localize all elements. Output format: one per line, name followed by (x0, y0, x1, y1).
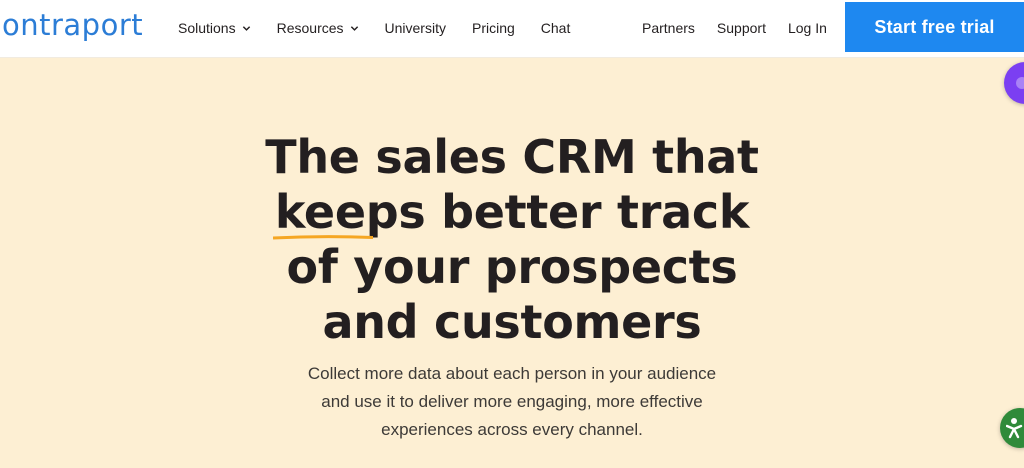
hero-title: The sales CRM that keeps better track of… (150, 130, 874, 350)
nav-item-label: Solutions (178, 20, 236, 36)
secondary-nav: Partners Support Log In (642, 19, 849, 37)
nav-item-log-in[interactable]: Log In (788, 20, 827, 36)
nav-item-label: Chat (540, 20, 571, 36)
nav-item-partners[interactable]: Partners (642, 20, 695, 36)
nav-item-label: University (384, 20, 446, 36)
hero-title-line: of your prospects (286, 240, 738, 294)
highlight-underline (272, 235, 373, 240)
accessibility-icon[interactable] (1000, 408, 1024, 448)
ontraport-logo[interactable]: ontraport (2, 8, 143, 42)
hero-title-line: The sales CRM that (265, 130, 759, 184)
nav-item-pricing[interactable]: Pricing (472, 20, 515, 36)
accessibility-glyph (1006, 418, 1023, 439)
nav-item-resources[interactable]: Resources (277, 20, 359, 36)
nav-item-chat[interactable]: Chat (541, 20, 571, 36)
nav-item-university[interactable]: University (385, 20, 446, 36)
hero-subtitle: Collect more data about each person in y… (307, 364, 717, 439)
hero-title-line-highlight: keeps better track (150, 185, 874, 240)
highlighted-text: keeps better track (274, 185, 750, 239)
nav-item-support[interactable]: Support (717, 20, 766, 36)
chevron-down-icon (350, 25, 358, 31)
nav-item-label: Pricing (471, 20, 515, 36)
chat-widget-dot (1016, 77, 1024, 89)
highlighted-phrase: keeps better track (272, 185, 750, 240)
chevron-down-icon (242, 25, 250, 31)
primary-nav: Solutions Resources University Pricing C… (178, 19, 596, 37)
chat-bubble-icon[interactable] (1004, 62, 1024, 104)
start-free-trial-button[interactable]: Start free trial (845, 2, 1024, 52)
site-header: ontraport Solutions Resources University… (0, 0, 1024, 58)
nav-item-solutions[interactable]: Solutions (178, 20, 251, 36)
hero-title-line: and customers (322, 295, 702, 349)
nav-item-label: Resources (276, 20, 344, 36)
